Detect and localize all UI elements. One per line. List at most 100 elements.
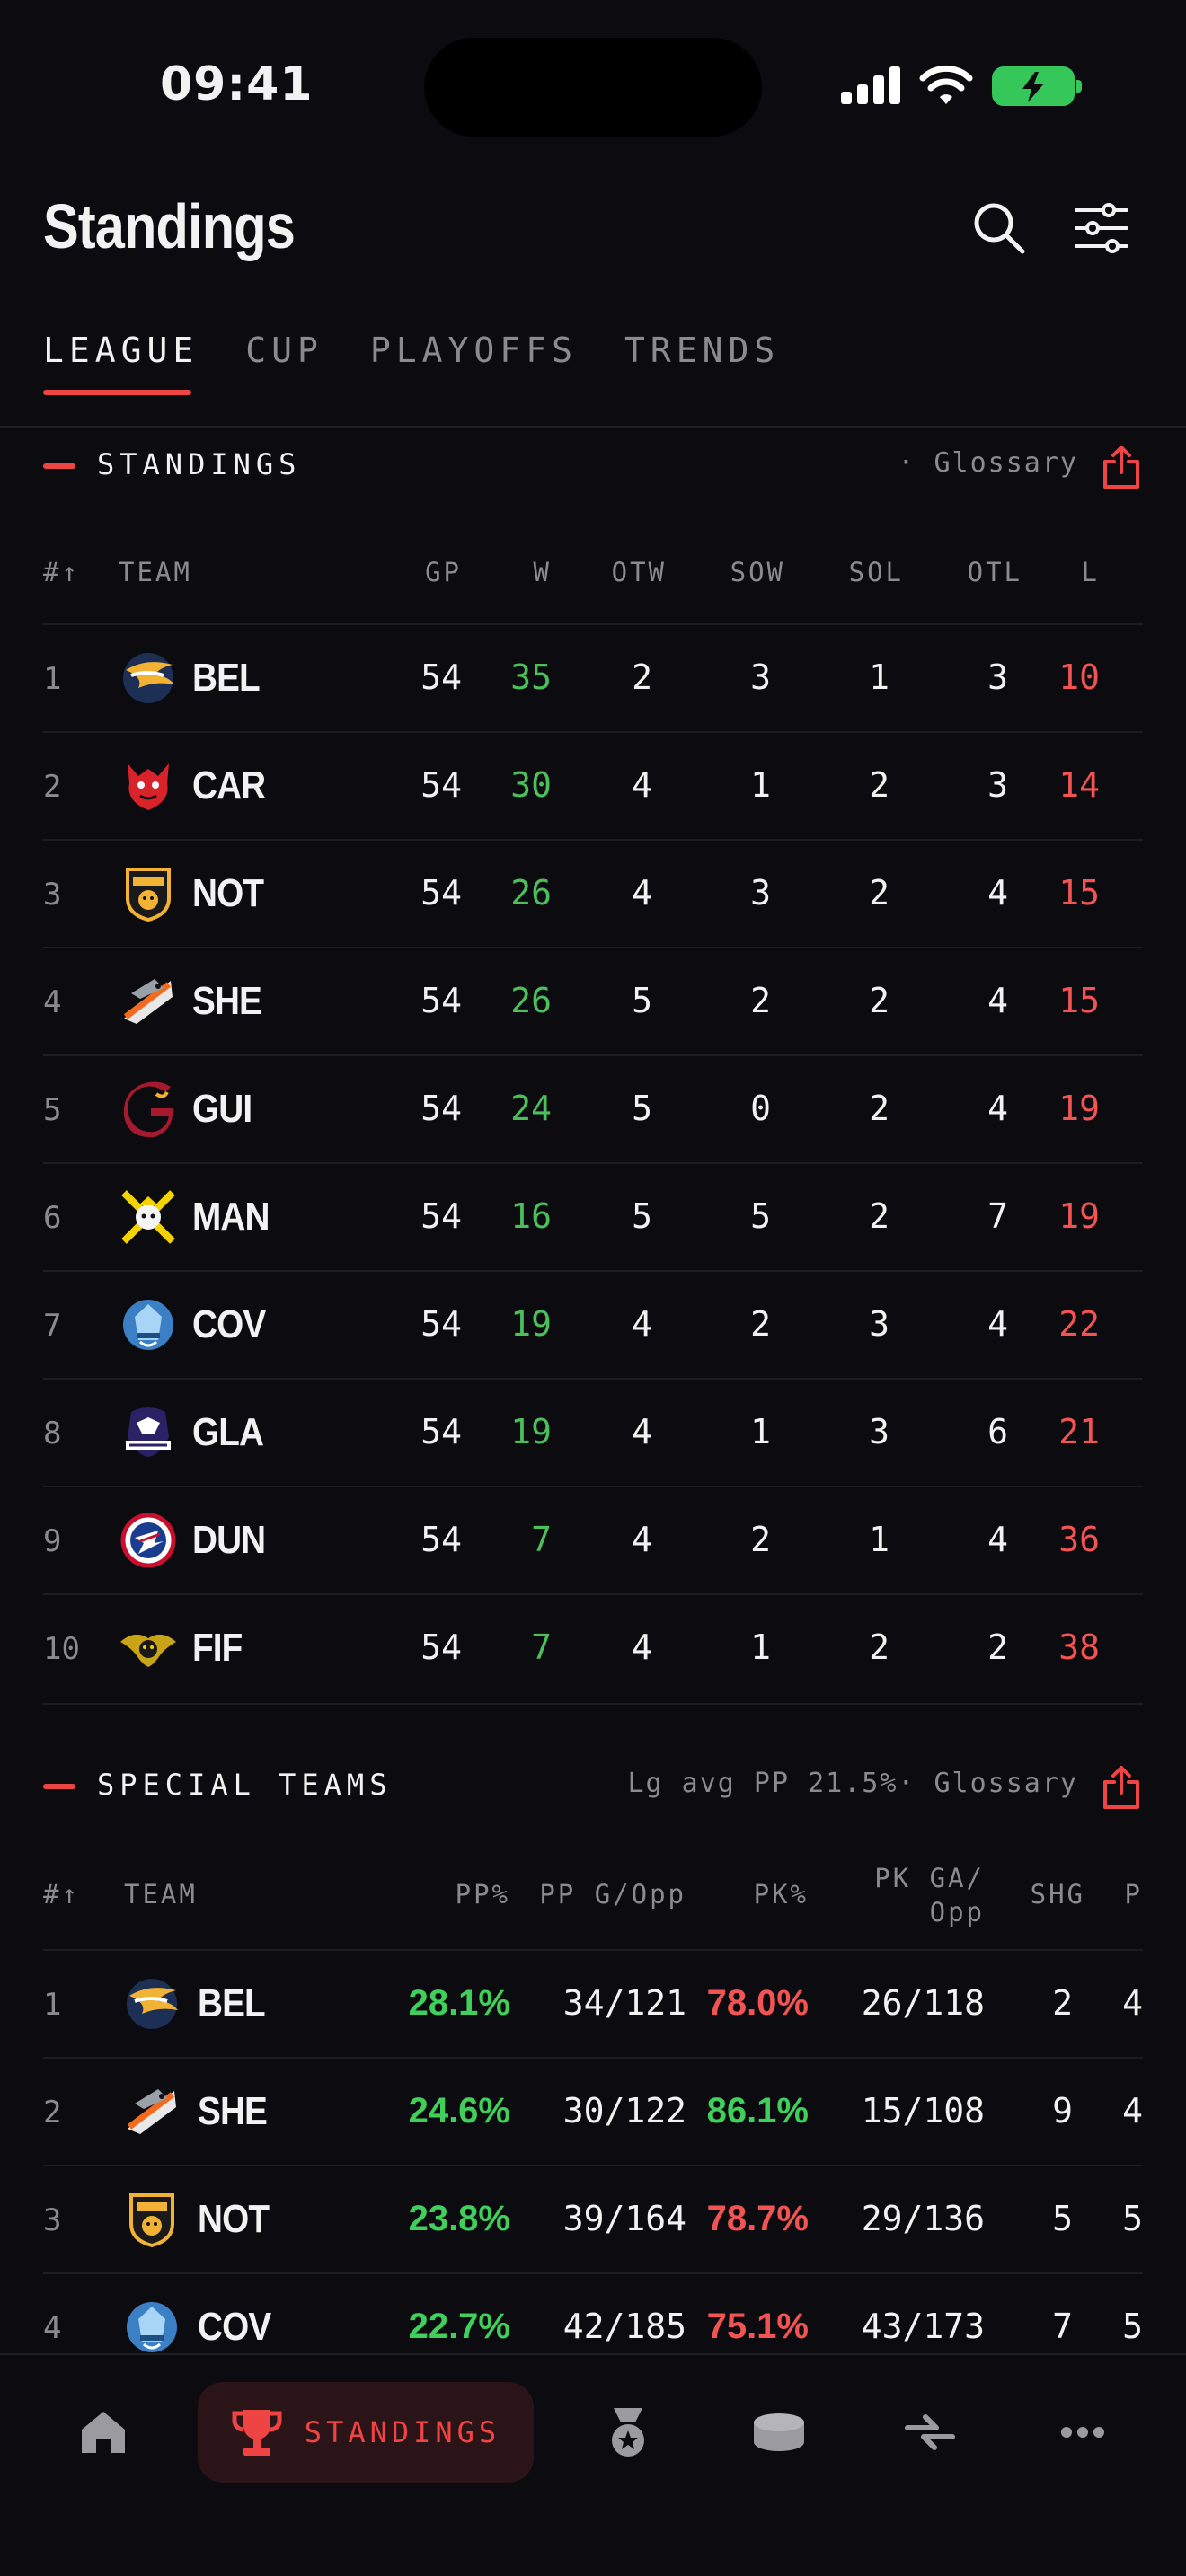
wifi-icon [919,65,973,104]
col-gp[interactable]: GP [425,557,462,587]
share-icon[interactable] [1100,444,1143,490]
tab-playoffs[interactable]: PLAYOFFS [370,331,578,395]
row-rank: 7 [43,1308,62,1344]
col-sow[interactable]: SOW [730,557,785,587]
glossary-link[interactable]: · Glossary [898,447,1078,479]
cell-gp: 54 [420,765,462,805]
tab-cup[interactable]: CUP [245,331,323,395]
cell-shg: 7 [1052,2307,1073,2346]
cell-sol: 3 [869,1412,890,1451]
cell-sow: 1 [750,765,771,805]
cell-sol: 2 [869,873,890,913]
col-otl[interactable]: OTL [968,557,1022,587]
row-rank: 4 [43,984,62,1020]
row-rank: 3 [43,877,62,913]
cell-otl: 4 [987,1520,1008,1559]
cell-pp-pct: 28.1% [408,1983,510,2023]
table-row[interactable]: 1 BEL 54 35 2 3 1 3 10 [43,623,1143,731]
table-row[interactable]: 2 SHE 24.6% 30/122 86.1% 15/108 9 4 [43,2057,1143,2165]
table-row[interactable]: 1 BEL 28.1% 34/121 78.0% 26/118 2 4 [43,1949,1143,2057]
table-row[interactable]: 9 DUN 54 7 4 2 1 4 36 [43,1486,1143,1593]
col-pk-opp[interactable]: Opp [930,1897,985,1928]
cell-pk-pct: 78.7% [706,2199,809,2238]
cell-pp-pct: 24.6% [408,2091,510,2130]
table-row[interactable]: 3 NOT 23.8% 39/164 78.7% 29/136 5 5 [43,2165,1143,2272]
team-logo-she [127,2089,176,2134]
table-row[interactable]: 8 GLA 54 19 4 1 3 6 21 [43,1378,1143,1486]
table-row[interactable]: 10 FIF 54 7 4 1 2 2 38 [43,1593,1143,1701]
table-row[interactable]: 5 GUI 54 24 5 0 2 4 19 [43,1054,1143,1162]
col-sol[interactable]: SOL [849,557,904,587]
table-row[interactable]: 6 MAN 54 16 5 5 2 7 19 [43,1162,1143,1270]
team-abbr: NOT [198,2197,270,2241]
team-logo-gla [126,1407,171,1457]
cell-l: 38 [1058,1628,1100,1667]
col-rank[interactable]: #↑ [43,1879,80,1910]
row-rank: 3 [43,2202,62,2238]
cell-w: 7 [531,1520,552,1559]
row-rank: 8 [43,1416,62,1451]
share-icon[interactable] [1100,1764,1143,1811]
col-l[interactable]: L [1082,557,1100,587]
league-average-and-glossary[interactable]: Lg avg PP 21.5%· Glossary [627,1768,1078,1799]
cell-otw: 4 [632,873,652,913]
cell-gp: 54 [420,657,462,697]
cell-pk-pct: 75.1% [706,2307,809,2346]
team-logo-bel [127,1979,178,2029]
team-logo-bel [123,653,174,703]
cell-w: 7 [531,1628,552,1667]
tab-trends[interactable]: TRENDS [624,331,780,395]
row-rank: 6 [43,1200,62,1236]
col-pp-pct[interactable]: PP% [456,1879,510,1910]
col-w[interactable]: W [534,557,552,587]
dynamic-island [424,38,762,137]
cell-l: 15 [1058,981,1100,1020]
col-pk-ga[interactable]: PK GA/ [874,1863,985,1893]
col-team[interactable]: TEAM [119,557,192,587]
col-pp-goals-opp[interactable]: PP G/Opp [539,1879,686,1910]
filter-sliders-icon[interactable] [1073,199,1130,257]
table-row[interactable]: 2 CAR 54 30 4 1 2 3 14 [43,731,1143,839]
nav-more[interactable] [1042,2382,1123,2483]
col-pk-pct[interactable]: PK% [754,1879,809,1910]
nav-standings[interactable]: STANDINGS [198,2382,534,2483]
cell-l: 21 [1058,1412,1100,1451]
col-otw[interactable]: OTW [612,557,667,587]
nav-home[interactable] [63,2382,144,2483]
table-end-divider [43,1703,1143,1705]
cell-gp: 54 [420,981,462,1020]
cell-l: 36 [1058,1520,1100,1559]
col-shg[interactable]: SHG [1031,1879,1085,1910]
trophy-icon [232,2410,282,2456]
col-rank[interactable]: #↑ [43,557,80,587]
cell-sow: 2 [750,1520,771,1559]
team-abbr: SHE [198,2089,268,2133]
nav-transfers[interactable] [890,2382,970,2483]
team-abbr: MAN [192,1195,270,1239]
cell-shg: 5 [1052,2199,1073,2238]
cell-otl: 6 [987,1412,1008,1451]
table-row[interactable]: 7 COV 54 19 4 2 3 4 22 [43,1270,1143,1378]
cell-sol: 2 [869,1628,890,1667]
cell-pp-goals-opp: 42/185 [562,2307,686,2346]
cell-shg: 2 [1052,1983,1073,2023]
cell-gp: 54 [420,1196,462,1236]
table-row[interactable]: 3 NOT 54 26 4 3 2 4 15 [43,839,1143,947]
cell-sow: 2 [750,1304,771,1344]
nav-games[interactable] [739,2382,819,2483]
col-team[interactable]: TEAM [124,1879,198,1910]
cell-l: 19 [1058,1089,1100,1128]
search-icon[interactable] [970,199,1028,257]
col-p[interactable]: P [1125,1879,1143,1910]
table-row[interactable]: 4 SHE 54 26 5 2 2 4 15 [43,947,1143,1054]
nav-awards[interactable] [588,2382,668,2483]
cell-l: 22 [1058,1304,1100,1344]
team-abbr: GLA [192,1410,264,1454]
row-rank: 4 [43,2310,62,2346]
cell-w: 30 [510,765,552,805]
tab-league[interactable]: LEAGUE [43,331,199,395]
cell-p: 5 [1122,2199,1143,2238]
cell-otw: 4 [632,1520,652,1559]
cell-w: 19 [510,1412,552,1451]
cell-sol: 1 [869,1520,890,1559]
